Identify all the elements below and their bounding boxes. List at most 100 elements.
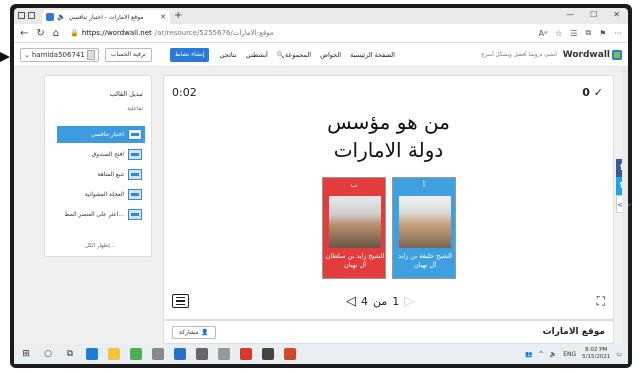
answer-card-a[interactable]: أ الشيخ خليفة بن زايد آل نهيان [392, 177, 456, 279]
collections-icon[interactable]: ⧉ [585, 28, 591, 38]
settings-app-icon[interactable] [152, 348, 164, 360]
avatar [86, 49, 95, 60]
maximize-button[interactable]: ☐ [590, 10, 597, 19]
search-icon[interactable]: ○ [42, 349, 54, 359]
quiz-template-icon [128, 129, 142, 140]
store-app-icon[interactable] [174, 348, 186, 360]
nav-community[interactable]: 🔍المجموعة [277, 51, 311, 59]
browser-tab[interactable]: 🔈 موقع الامارات - اختبار تنافسي ✕ [42, 10, 170, 24]
windows-taskbar: ⊞ ○ ⧉ 👥 ^ 🔈 ENG 8:02 PM 5/15/2021 ▭ [14, 344, 628, 364]
nav-features[interactable]: الخواص [320, 51, 341, 59]
user-menu-button[interactable]: ⌄ hamida506741 [20, 47, 99, 62]
url-field[interactable]: 🔒 https://wordwall.net/ar/resource/52556… [67, 26, 530, 40]
tagline: أنشئ دروسًا أفضل وبشكل أسرع [481, 51, 557, 58]
favorite-star-icon[interactable]: ☆ [555, 29, 562, 38]
favorites-list-icon[interactable]: ☰ [570, 29, 577, 38]
extension-flag-icon[interactable]: ⚑ [599, 29, 606, 38]
wheel-icon [128, 189, 142, 200]
close-window-button[interactable]: ✕ [613, 10, 620, 19]
tab-actions[interactable] [18, 10, 38, 21]
task-view-icon[interactable]: ⧉ [64, 349, 76, 359]
switch-template-title: تبديل القالب [109, 90, 143, 98]
answer-card-b[interactable]: ب الشيخ زايد بن سلطان آل نهيان [322, 177, 386, 279]
template-competitive-quiz[interactable]: اختبار تنافسي [57, 126, 145, 143]
tab-close-icon[interactable]: ✕ [160, 13, 166, 21]
window-controls: — ☐ ✕ [566, 10, 620, 19]
clock-time: 8:02 PM [585, 347, 608, 353]
pdf-app-icon[interactable] [240, 348, 252, 360]
next-page-icon[interactable]: ▷ [404, 294, 414, 309]
lock-app-icon[interactable] [262, 348, 274, 360]
answer-letter: ب [350, 181, 358, 189]
template-label: تتبع المتاهة [97, 171, 124, 178]
tab-actions-icon[interactable] [18, 12, 25, 19]
resource-title: موقع الامارات [542, 327, 605, 337]
answer-letter: أ [423, 181, 425, 189]
refresh-icon[interactable]: ↻ [36, 28, 44, 39]
portrait-image [399, 196, 451, 248]
nav-home[interactable]: الصفحة الرئيسية [350, 51, 395, 59]
home-icon[interactable]: ⌂ [53, 28, 59, 39]
wordwall-logo[interactable]: Wordwall [563, 49, 622, 60]
nav-community-label: المجموعة [284, 50, 312, 59]
volume-icon[interactable]: 🔈 [550, 351, 557, 358]
find-match-icon [128, 209, 142, 220]
template-label: اختبار تنافسي [90, 131, 124, 138]
template-maze-chase[interactable]: تتبع المتاهة [57, 166, 145, 183]
page-navigator: ◁ 4 من 1 ▷ [346, 294, 414, 309]
wordwall-logo-icon [612, 49, 622, 60]
fullscreen-icon[interactable]: ⛶ [597, 294, 605, 309]
usb-app-icon[interactable] [196, 348, 208, 360]
search-icon: 🔍 [276, 50, 285, 59]
more-options-icon[interactable]: ··· [614, 29, 622, 38]
file-explorer-icon[interactable] [108, 348, 120, 360]
system-tray: 👥 ^ 🔈 ENG 8:02 PM 5/15/2021 ▭ [525, 347, 622, 361]
clock[interactable]: 8:02 PM 5/15/2021 [582, 347, 610, 361]
resource-footer: مشاركة 👤 موقع الامارات [163, 320, 614, 344]
browser-address-bar: ← ↻ ⌂ 🔒 https://wordwall.net/ar/resource… [14, 24, 628, 43]
previous-page-icon[interactable]: ◁ [346, 294, 356, 309]
user-share-icon: 👤 [201, 328, 209, 336]
share-button[interactable]: مشاركة 👤 [172, 325, 216, 339]
new-tab-button[interactable]: + [174, 10, 182, 21]
chrome-app-icon[interactable] [130, 348, 142, 360]
create-activity-button[interactable]: إنشاء نشاط [169, 47, 210, 62]
switch-template-panel: تبديل القالب تفاعلية اختبار تنافسي افتح … [44, 75, 152, 257]
tool-app-icon[interactable] [218, 348, 230, 360]
people-icon[interactable]: 👥 [525, 351, 532, 358]
template-open-box[interactable]: افتح الصندوق [57, 146, 145, 163]
notification-icon[interactable]: ▭ [616, 351, 622, 358]
template-label: افتح الصندوق [91, 151, 124, 158]
username-label: hamida506741 [31, 50, 85, 59]
template-random-wheel[interactable]: العجلة العشوائية [57, 186, 145, 203]
page-total: 4 [361, 295, 368, 308]
reader-mode-icon[interactable]: Aᵃ [539, 29, 548, 38]
clock-date: 5/15/2021 [582, 354, 611, 360]
minimize-button[interactable]: — [566, 10, 574, 19]
maze-icon [128, 169, 142, 180]
answer-caption: الشيخ خليفة بن زايد آل نهيان [398, 252, 452, 269]
edge-app-icon[interactable] [86, 348, 98, 360]
page-content: تبديل القالب تفاعلية اختبار تنافسي افتح … [14, 67, 631, 344]
template-label: العجلة العشوائية [84, 191, 124, 198]
powerpoint-app-icon[interactable] [284, 348, 296, 360]
show-all-link[interactable]: إظهار الكل... [85, 243, 115, 249]
page-scrollbar[interactable] [622, 67, 628, 344]
tabs-overview-icon[interactable] [28, 12, 35, 19]
template-find-match[interactable]: اعثر على العنصر المط... [57, 206, 145, 223]
language-indicator[interactable]: ENG [563, 351, 576, 358]
question-line-1: من هو مؤسس [327, 110, 450, 134]
speaker-icon[interactable]: 🔈 [57, 13, 66, 21]
back-arrow-icon[interactable]: ← [20, 28, 28, 39]
windows-start-icon[interactable]: ⊞ [20, 349, 32, 359]
activity-player: 0:02 0 ✓ من هو مؤسس دولة الامارات ب الشي… [163, 75, 614, 320]
nav-my-activities[interactable]: أنشطتي [246, 51, 268, 59]
portrait-image [329, 196, 381, 248]
upgrade-account-button[interactable]: ترقية الحساب [104, 47, 152, 62]
answer-caption: الشيخ زايد بن سلطان آل نهيان [325, 252, 385, 269]
hamburger-menu-icon[interactable] [172, 294, 189, 308]
chevron-up-icon[interactable]: ^ [539, 351, 544, 358]
main-nav: نتائجي أنشطتي 🔍المجموعة الخواص الصفحة ال… [219, 51, 395, 59]
question-line-2: دولة الامارات [333, 138, 444, 162]
nav-my-results[interactable]: نتائجي [219, 51, 236, 59]
